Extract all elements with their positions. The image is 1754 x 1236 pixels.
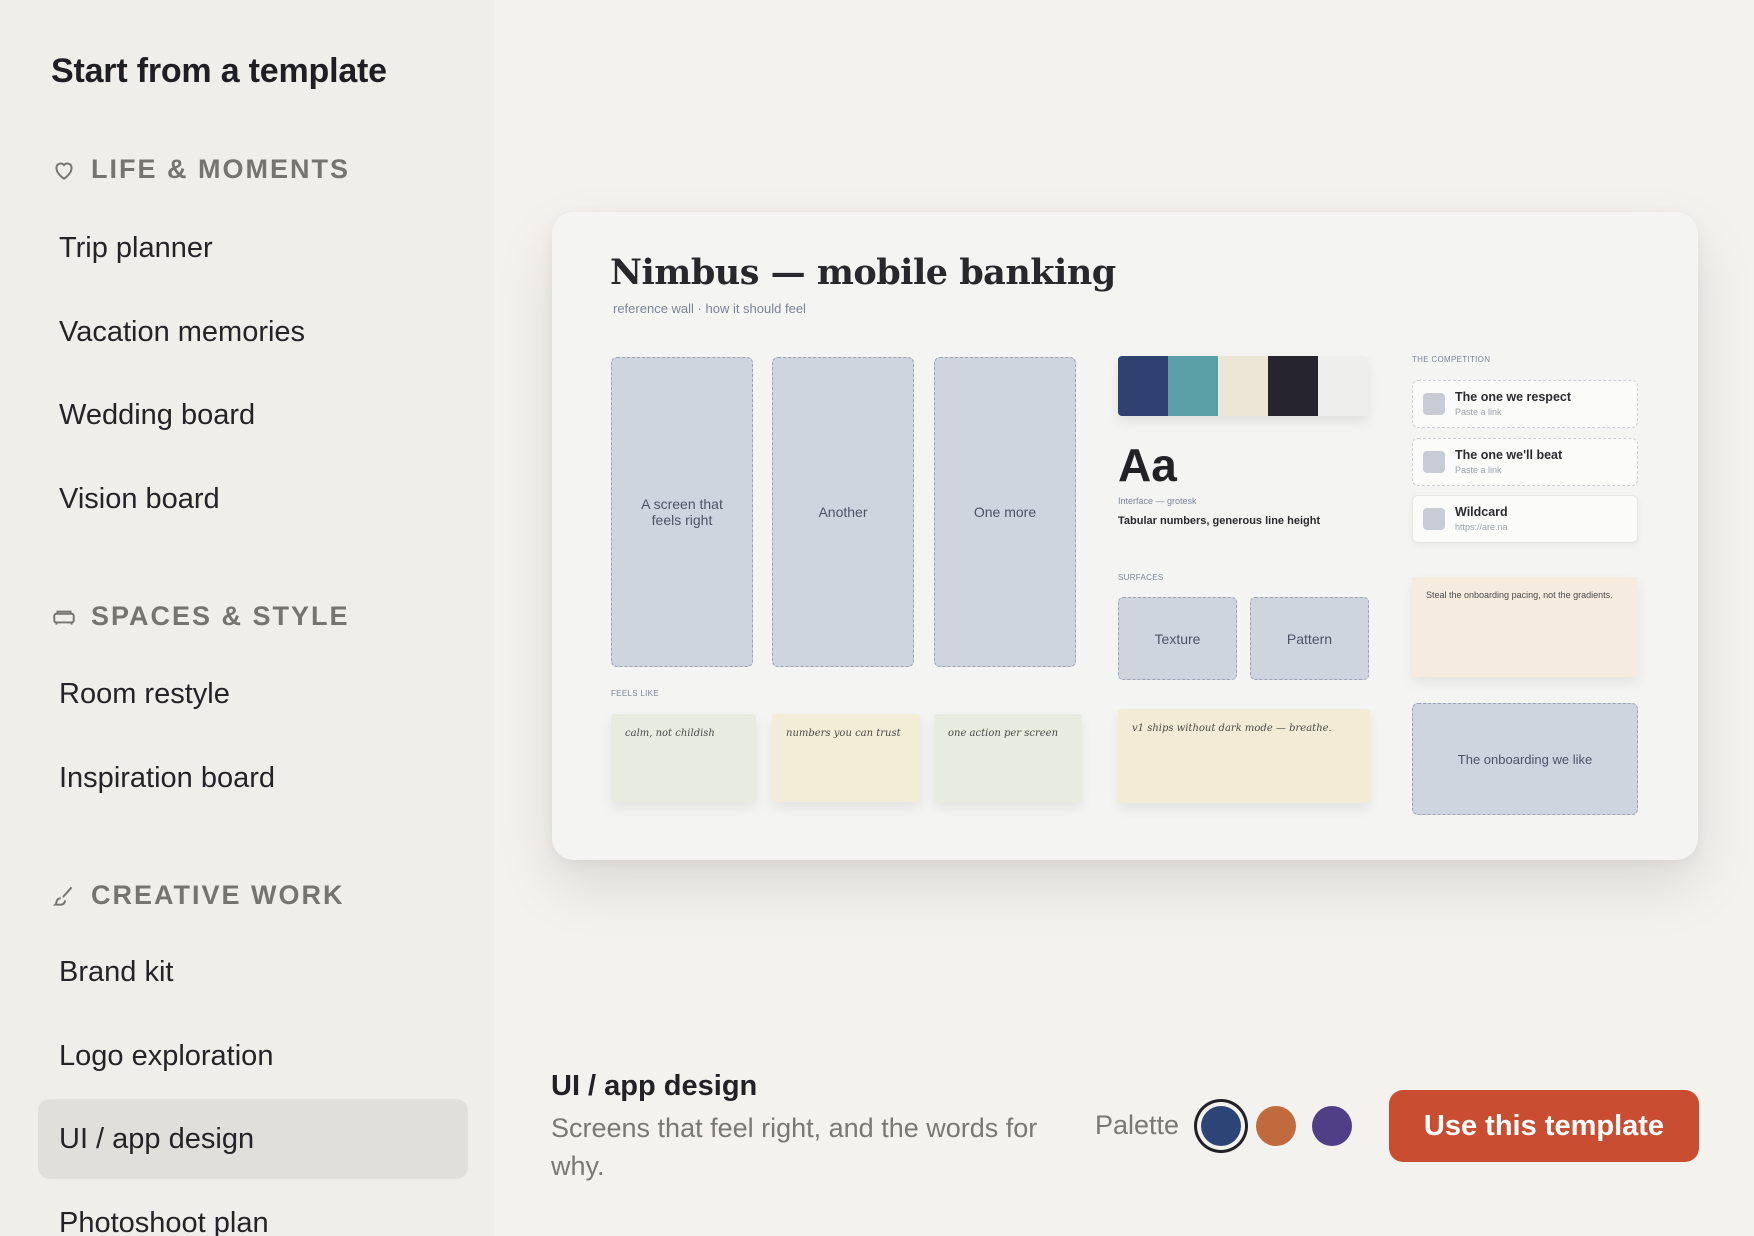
screen-placeholder: One more — [934, 357, 1076, 667]
link-thumbnail — [1423, 451, 1445, 473]
sticky-note: Steal the onboarding pacing, not the gra… — [1412, 577, 1638, 677]
palette-option-rust[interactable] — [1256, 1106, 1296, 1146]
sticky-note: calm, not childish — [611, 714, 756, 802]
sidebar-item-logo-exploration[interactable]: Logo exploration — [38, 1016, 468, 1096]
type-caption: Interface — grotesk — [1118, 496, 1197, 506]
template-sidebar: Start from a template LIFE & MOMENTS Tri… — [0, 0, 494, 1236]
template-preview: Nimbus — mobile banking reference wall ·… — [552, 212, 1698, 860]
palette-option-purple[interactable] — [1312, 1106, 1352, 1146]
section-label: CREATIVE WORK — [91, 880, 345, 910]
brush-icon — [52, 886, 73, 906]
type-sample: Aa — [1118, 439, 1177, 491]
sticky-note: v1 ships without dark mode — breathe. — [1118, 709, 1370, 803]
sidebar-item-wedding-board[interactable]: Wedding board — [38, 375, 468, 455]
surface-texture: Texture — [1118, 597, 1237, 680]
competition-card: The one we'll beat Paste a link — [1412, 438, 1638, 486]
section-label: SPACES & STYLE — [91, 601, 350, 631]
swatch — [1118, 356, 1168, 416]
competition-card: The one we respect Paste a link — [1412, 380, 1638, 428]
sticky-note: one action per screen — [934, 714, 1082, 802]
screen-placeholder: A screen that feels right — [611, 357, 753, 667]
link-thumbnail — [1423, 393, 1445, 415]
swatch — [1268, 356, 1318, 416]
section-creative-work: CREATIVE WORK — [51, 880, 345, 911]
use-template-button[interactable]: Use this template — [1389, 1090, 1699, 1162]
link-thumbnail — [1423, 508, 1445, 530]
swatch — [1168, 356, 1218, 416]
sidebar-item-vision-board[interactable]: Vision board — [38, 459, 468, 539]
sticky-note: numbers you can trust — [772, 714, 920, 802]
swatch — [1318, 356, 1368, 416]
type-note: Tabular numbers, generous line height — [1118, 515, 1321, 527]
surfaces-label: SURFACES — [1118, 573, 1164, 582]
template-title: UI / app design — [551, 1070, 758, 1102]
competition-card: Wildcard https://are.na — [1412, 495, 1638, 543]
competition-sub: https://are.na — [1455, 521, 1508, 532]
competition-title: The one we respect — [1455, 390, 1572, 405]
sidebar-item-ui-app-design[interactable]: UI / app design — [38, 1099, 468, 1179]
template-description: Screens that feel right, and the words f… — [551, 1113, 1038, 1181]
sidebar-item-vacation-memories[interactable]: Vacation memories — [38, 292, 468, 372]
feels-like-label: FEELS LIKE — [611, 689, 659, 698]
sidebar-item-photoshoot-plan[interactable]: Photoshoot plan — [38, 1183, 468, 1236]
competition-label: THE COMPETITION — [1412, 355, 1491, 364]
color-swatches — [1118, 356, 1368, 416]
preview-title: Nimbus — mobile banking — [610, 252, 1116, 293]
preview-subtitle: reference wall · how it should feel — [613, 301, 806, 316]
sofa-icon — [53, 610, 75, 625]
competition-title: Wildcard — [1455, 505, 1508, 520]
palette-option-navy[interactable] — [1201, 1106, 1241, 1146]
palette-label: Palette — [1095, 1110, 1180, 1140]
sidebar-item-room-restyle[interactable]: Room restyle — [38, 654, 468, 734]
sidebar-item-inspiration-board[interactable]: Inspiration board — [38, 738, 468, 818]
onboarding-placeholder: The onboarding we like — [1412, 703, 1638, 815]
sidebar-item-brand-kit[interactable]: Brand kit — [38, 932, 468, 1012]
swatch — [1218, 356, 1268, 416]
section-spaces-style: SPACES & STYLE — [51, 601, 350, 632]
sidebar-title: Start from a template — [51, 52, 387, 90]
competition-sub: Paste a link — [1455, 464, 1502, 475]
heart-icon — [55, 162, 73, 180]
competition-sub: Paste a link — [1455, 406, 1502, 417]
section-label: LIFE & MOMENTS — [91, 154, 350, 184]
surface-pattern: Pattern — [1250, 597, 1369, 680]
sidebar-item-trip-planner[interactable]: Trip planner — [38, 208, 468, 288]
competition-title: The one we'll beat — [1455, 448, 1563, 463]
screen-placeholder: Another — [772, 357, 914, 667]
section-life-moments: LIFE & MOMENTS — [51, 154, 350, 185]
